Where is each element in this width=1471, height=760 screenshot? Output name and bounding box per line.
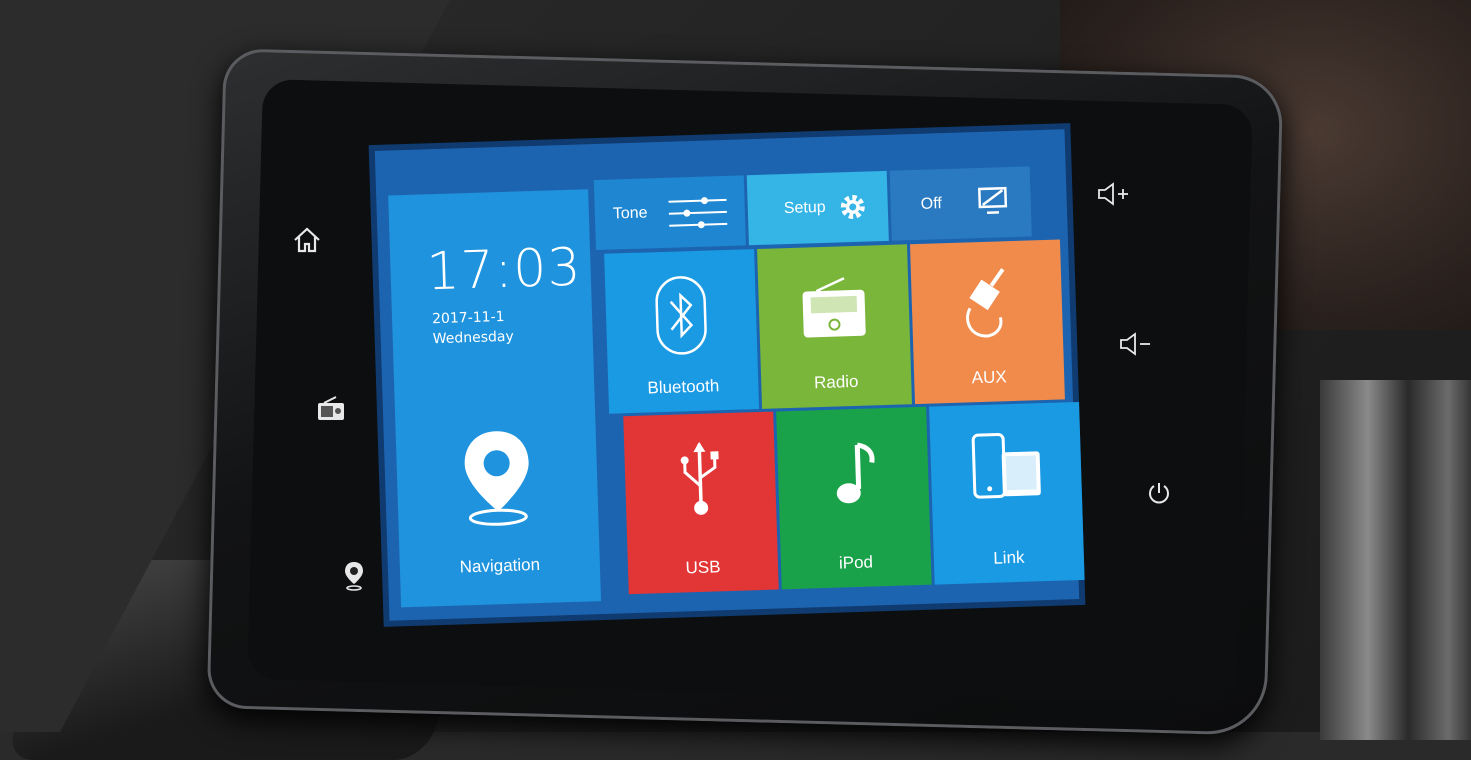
radio-button[interactable] bbox=[316, 396, 346, 422]
link-tile[interactable]: Link bbox=[929, 402, 1085, 585]
power-button[interactable] bbox=[1146, 480, 1172, 506]
radio-icon bbox=[798, 276, 870, 342]
touchscreen: 17:03 2017-11-1 Wednesday Navigation Ton… bbox=[375, 129, 1079, 620]
aux-tile[interactable]: AUX bbox=[910, 239, 1065, 404]
music-note-icon bbox=[827, 438, 879, 510]
volume-up-icon bbox=[1096, 180, 1130, 208]
navigation-tile[interactable]: 17:03 2017-11-1 Wednesday Navigation bbox=[388, 189, 601, 607]
equalizer-icon bbox=[666, 194, 729, 232]
bluetooth-icon bbox=[652, 275, 710, 357]
ipod-label: iPod bbox=[781, 551, 932, 576]
phone-link-icon bbox=[967, 429, 1045, 507]
home-icon bbox=[292, 226, 322, 254]
power-icon bbox=[1146, 480, 1172, 506]
navigation-label: Navigation bbox=[400, 553, 601, 579]
usb-tile[interactable]: USB bbox=[623, 412, 779, 595]
ipod-tile[interactable]: iPod bbox=[776, 407, 932, 590]
screen-off-tile[interactable]: Off bbox=[890, 166, 1032, 240]
usb-icon bbox=[674, 439, 726, 521]
air-vent-trim bbox=[1320, 380, 1471, 740]
gear-icon bbox=[837, 192, 868, 223]
home-button[interactable] bbox=[292, 226, 322, 254]
bluetooth-label: Bluetooth bbox=[608, 375, 759, 400]
radio-tile[interactable]: Radio bbox=[757, 244, 912, 409]
setup-label: Setup bbox=[784, 199, 826, 218]
link-label: Link bbox=[934, 546, 1085, 571]
map-pin-icon bbox=[456, 426, 539, 528]
tone-label: Tone bbox=[613, 204, 648, 223]
volume-down-icon bbox=[1118, 330, 1152, 358]
display-off-icon bbox=[976, 185, 1009, 216]
off-label: Off bbox=[920, 195, 942, 214]
bluetooth-tile[interactable]: Bluetooth bbox=[604, 249, 759, 414]
volume-down-button[interactable] bbox=[1118, 330, 1152, 358]
volume-up-button[interactable] bbox=[1096, 180, 1130, 208]
tone-tile[interactable]: Tone bbox=[594, 175, 746, 250]
radio-label: Radio bbox=[761, 370, 912, 395]
aux-cable-icon bbox=[951, 263, 1023, 345]
clock: 17:03 bbox=[426, 238, 583, 303]
usb-label: USB bbox=[628, 555, 779, 580]
setup-tile[interactable]: Setup bbox=[747, 171, 889, 245]
navigation-pin-icon bbox=[342, 560, 366, 592]
date: 2017-11-1 bbox=[432, 309, 505, 327]
weekday: Wednesday bbox=[432, 329, 514, 348]
radio-icon bbox=[316, 396, 346, 422]
navigation-button[interactable] bbox=[342, 560, 366, 592]
aux-label: AUX bbox=[914, 365, 1065, 390]
